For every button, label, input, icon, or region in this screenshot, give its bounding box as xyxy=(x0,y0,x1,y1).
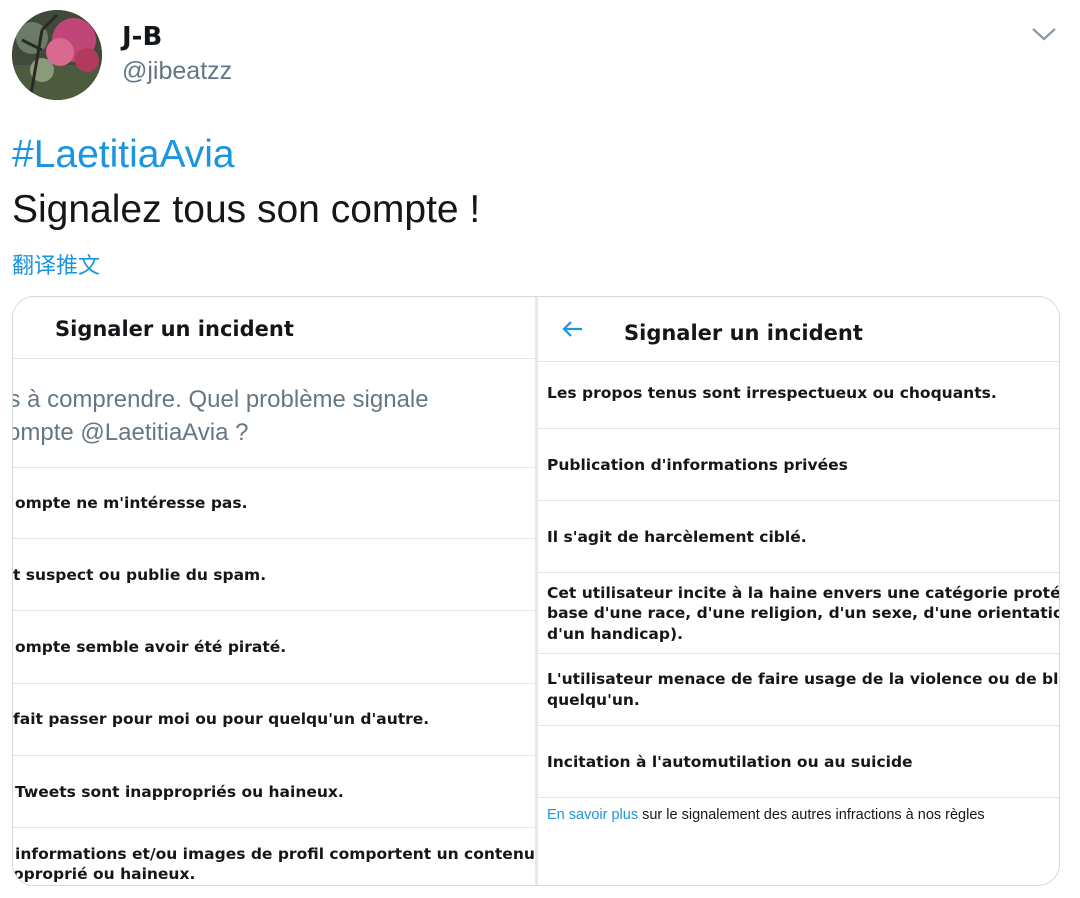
question-line: ez-nous à comprendre. Quel problème sign… xyxy=(13,386,429,413)
divider xyxy=(538,797,1059,798)
report-option-continued[interactable]: oproprié ou haineux. xyxy=(13,864,195,884)
divider xyxy=(13,610,535,611)
author-handle[interactable]: @jibeatzz xyxy=(122,57,232,86)
learn-more-link[interactable]: En savoir plus xyxy=(547,807,638,823)
dialog-title: Signaler un incident xyxy=(624,321,863,345)
tweet-text: Signalez tous son compte ! xyxy=(12,188,481,231)
dialog-question: ez-nous à comprendre. Quel problème sign… xyxy=(13,383,429,449)
report-dialog-right: Signaler un incident Les propos tenus so… xyxy=(538,297,1059,885)
report-option-continued[interactable]: quelqu'un. xyxy=(547,690,640,710)
report-option-continued[interactable]: d'un handicap). xyxy=(547,624,683,644)
translate-tweet-link[interactable]: 翻译推文 xyxy=(12,248,100,280)
author-display-name[interactable]: J-B xyxy=(122,22,162,52)
dialog-title: Signaler un incident xyxy=(55,317,294,341)
divider xyxy=(538,361,1059,362)
divider xyxy=(13,755,535,756)
report-option[interactable]: L'utilisateur menace de faire usage de l… xyxy=(547,669,1059,689)
avatar[interactable] xyxy=(12,10,102,100)
divider xyxy=(538,428,1059,429)
question-line: et du compte @LaetitiaAvia ? xyxy=(13,419,249,446)
report-option[interactable]: t suspect ou publie du spam. xyxy=(13,565,266,585)
profile-photo-icon xyxy=(12,10,102,100)
learn-more-text: En savoir plus sur le signalement des au… xyxy=(547,807,985,823)
report-option-continued[interactable]: base d'une race, d'une religion, d'un se… xyxy=(547,603,1059,623)
divider xyxy=(13,467,535,468)
divider xyxy=(538,725,1059,726)
report-option[interactable]: fait passer pour moi ou pour quelqu'un d… xyxy=(13,709,429,729)
divider xyxy=(13,358,535,359)
report-option[interactable]: Tweets sont inappropriés ou haineux. xyxy=(15,782,344,802)
report-option[interactable]: Il s'agit de harcèlement ciblé. xyxy=(547,527,807,547)
report-dialog-left: Signaler un incident ez-nous à comprendr… xyxy=(13,297,535,885)
report-option[interactable]: ompte semble avoir été piraté. xyxy=(15,637,286,657)
chevron-down-icon[interactable] xyxy=(1030,24,1058,44)
hashtag-link[interactable]: #LaetitiaAvia xyxy=(12,133,235,177)
divider xyxy=(538,653,1059,654)
report-option[interactable]: Incitation à l'automutilation ou au suic… xyxy=(547,752,913,772)
report-option[interactable]: ompte ne m'intéresse pas. xyxy=(15,493,248,513)
divider xyxy=(13,538,535,539)
divider xyxy=(538,500,1059,501)
report-option[interactable]: Publication d'informations privées xyxy=(547,455,848,475)
tweet-media[interactable]: Signaler un incident ez-nous à comprendr… xyxy=(12,296,1060,886)
divider xyxy=(13,827,535,828)
report-option[interactable]: Les propos tenus sont irrespectueux ou c… xyxy=(547,383,997,403)
arrow-left-icon[interactable] xyxy=(560,319,584,339)
report-option[interactable]: Cet utilisateur incite à la haine envers… xyxy=(547,583,1059,603)
divider xyxy=(13,683,535,684)
report-option[interactable]: informations et/ou images de profil comp… xyxy=(15,844,535,864)
learn-more-rest: sur le signalement des autres infraction… xyxy=(638,807,985,823)
divider xyxy=(538,572,1059,573)
